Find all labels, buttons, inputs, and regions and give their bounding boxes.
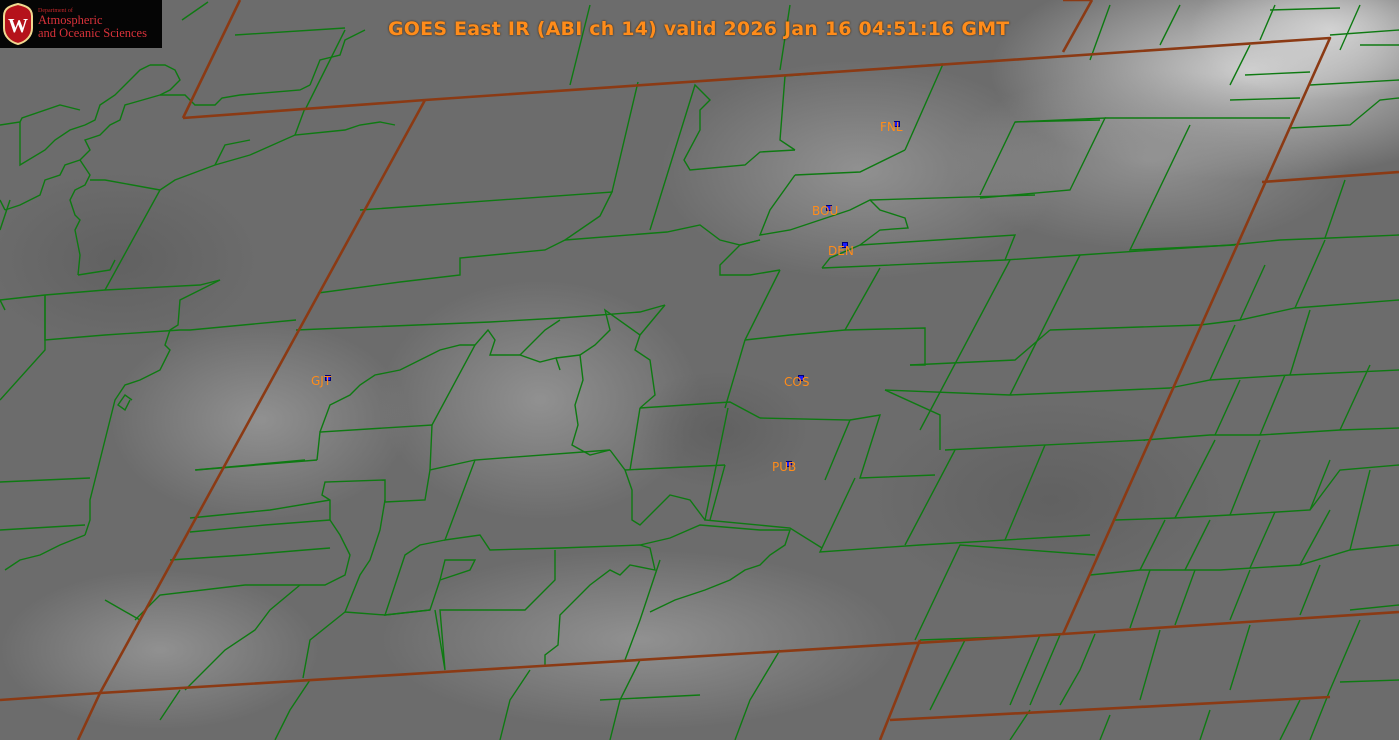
svg-text:W: W (8, 15, 28, 37)
satellite-map (0, 0, 1399, 740)
station-label-gjt: GJT (311, 374, 332, 388)
uw-crest-icon: W (3, 2, 33, 46)
image-title: GOES East IR (ABI ch 14) valid 2026 Jan … (388, 18, 1010, 40)
station-label-den: DEN (828, 244, 854, 258)
station-label-cos: COS (784, 375, 810, 389)
station-label-fnl: FNL (880, 120, 903, 134)
uw-aos-logo: W Department of Atmospheric and Oceanic … (0, 0, 162, 48)
station-label-pub: PUB (772, 460, 797, 474)
station-label-bou: BOU (812, 204, 839, 218)
logo-line-2: and Oceanic Sciences (38, 26, 147, 41)
